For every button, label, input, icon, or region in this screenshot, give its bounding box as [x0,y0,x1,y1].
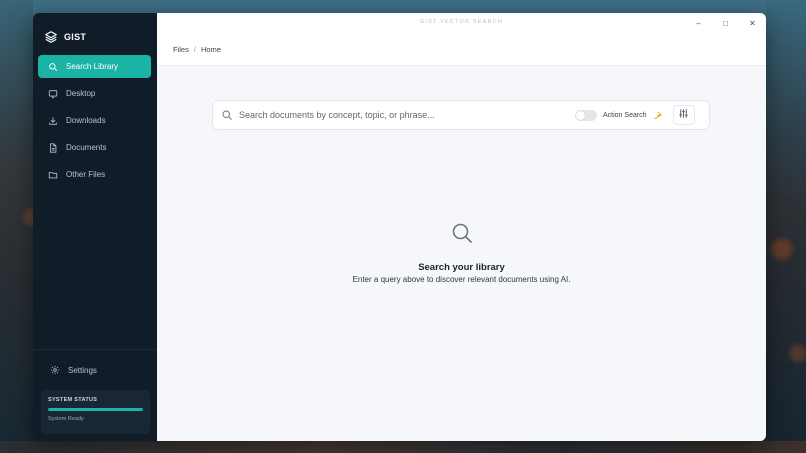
sidebar-item-other-files[interactable]: Other Files [38,163,151,186]
system-status-card: SYSTEM STATUS System Ready [41,390,150,434]
settings-button[interactable]: Settings [33,350,157,390]
search-bar: Action Search [212,100,710,130]
desktop-icon [48,89,58,99]
layers-logo-icon [44,30,58,44]
sidebar-item-downloads[interactable]: Downloads [38,109,151,132]
search-icon [221,109,233,121]
toggle-knob [576,110,585,120]
status-text: System Ready [48,416,84,422]
brand-name: GIST [64,31,87,42]
action-search-toggle[interactable] [575,109,597,121]
status-progress-fill [48,408,143,411]
close-button[interactable]: ✕ [739,13,766,33]
sliders-icon [678,106,689,124]
settings-label: Settings [68,365,97,375]
sidebar-footer: Settings SYSTEM STATUS System Ready [33,349,157,441]
empty-state: Search your library Enter a query above … [157,221,766,284]
large-search-icon [450,221,474,245]
breadcrumb-current: Home [200,44,221,54]
sidebar-nav: Search Library Desktop Downloads Documen… [33,49,157,190]
sidebar-item-documents[interactable]: Documents [38,136,151,159]
download-icon [48,116,58,126]
brand: GIST [33,13,157,49]
action-search-label: Action Search [603,111,647,119]
main-panel: GIST VECTOR SEARCH – □ ✕ Files / Home Ac… [157,13,766,441]
search-icon [48,62,58,72]
sidebar-item-search-library[interactable]: Search Library [38,55,151,78]
breadcrumb-root[interactable]: Files [173,45,189,54]
window-title: GIST VECTOR SEARCH [419,19,504,25]
app-window: GIST Search Library Desktop Downloads Do… [33,13,766,441]
minimize-button[interactable]: – [685,13,712,33]
sidebar-item-label: Downloads [66,116,106,125]
sidebar: GIST Search Library Desktop Downloads Do… [33,13,157,441]
status-title: SYSTEM STATUS [48,397,98,403]
breadcrumb-separator: / [193,44,196,54]
document-icon [48,142,58,153]
sidebar-item-label: Other Files [66,170,106,179]
breadcrumb: Files / Home [157,33,766,66]
wallpaper-left [0,0,33,453]
sidebar-item-label: Documents [66,143,107,152]
search-input[interactable] [239,110,569,120]
empty-state-subtitle: Enter a query above to discover relevant… [352,275,571,284]
folder-icon [48,170,58,180]
wallpaper-bottom [0,441,806,453]
filter-button[interactable] [672,105,695,125]
window-controls: – □ ✕ [685,13,766,33]
status-progress-bar [48,408,143,411]
title-bar: GIST VECTOR SEARCH – □ ✕ [157,13,766,33]
sidebar-item-desktop[interactable]: Desktop [38,82,151,105]
wallpaper-right [766,0,806,453]
sidebar-item-label: Search Library [66,62,119,71]
gear-icon [50,365,60,375]
empty-state-title: Search your library [418,262,505,273]
sidebar-item-label: Desktop [66,89,96,98]
maximize-button[interactable]: □ [712,13,739,33]
bolt-icon [652,109,664,121]
